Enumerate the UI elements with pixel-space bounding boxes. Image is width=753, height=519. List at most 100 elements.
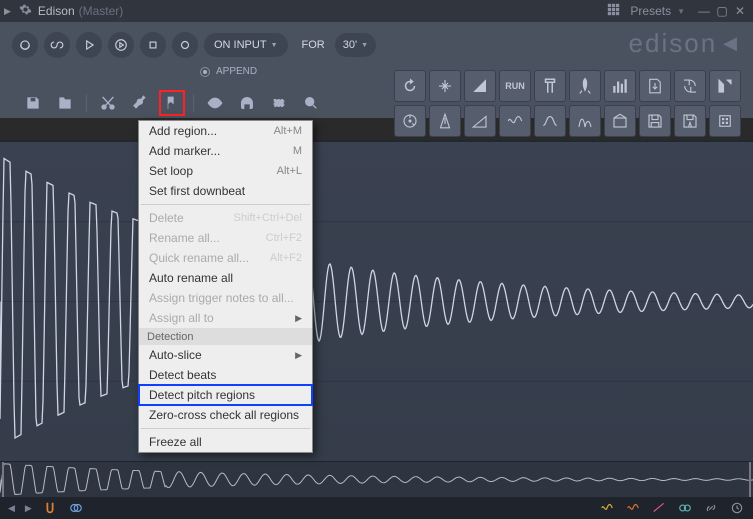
- cut-icon[interactable]: [97, 92, 119, 114]
- close-button[interactable]: ✕: [731, 4, 749, 18]
- config-button[interactable]: [709, 105, 741, 137]
- presets-grid-icon[interactable]: [607, 3, 620, 19]
- menu-item-label: Zero-cross check all regions: [149, 408, 299, 422]
- slip-edit-button[interactable]: [12, 32, 38, 58]
- menu-item-label: Freeze all: [149, 435, 202, 449]
- overview-handle-left[interactable]: [2, 462, 4, 497]
- save-button[interactable]: [639, 105, 671, 137]
- run-script-button[interactable]: RUN: [499, 70, 531, 102]
- select-icon[interactable]: [268, 92, 290, 114]
- status-wave2-icon[interactable]: [625, 500, 641, 516]
- menu-item-zero-cross-check-all-regions[interactable]: Zero-cross check all regions: [139, 405, 312, 425]
- menu-item-detect-beats[interactable]: Detect beats: [139, 365, 312, 385]
- filter-button[interactable]: [534, 105, 566, 137]
- menu-item-detect-pitch-regions[interactable]: Detect pitch regions: [139, 385, 312, 405]
- channel-label: (Master): [79, 4, 124, 18]
- menu-item-label: Rename all...: [149, 231, 220, 245]
- minimize-button[interactable]: —: [695, 4, 713, 18]
- collapse-tri-icon[interactable]: ▶: [4, 6, 11, 17]
- menu-item-shortcut: M: [293, 145, 302, 157]
- window-title: Edison: [38, 4, 75, 18]
- send-button[interactable]: [709, 70, 741, 102]
- menu-item-assign-trigger-notes-to-all: Assign trigger notes to all...: [139, 288, 312, 308]
- disk-open-icon[interactable]: [22, 92, 44, 114]
- menu-item-auto-rename-all[interactable]: Auto rename all: [139, 268, 312, 288]
- fade-button[interactable]: [464, 70, 496, 102]
- menu-item-label: Assign trigger notes to all...: [149, 291, 294, 305]
- append-radio[interactable]: [200, 67, 210, 77]
- tempo-button[interactable]: [429, 105, 461, 137]
- menu-item-shortcut: Alt+F2: [270, 252, 302, 264]
- play-loop-button[interactable]: [108, 32, 134, 58]
- menu-item-set-first-downbeat[interactable]: Set first downbeat: [139, 181, 312, 201]
- divider: [86, 94, 87, 112]
- status-stereo-icon[interactable]: [677, 500, 693, 516]
- status-right-tri-icon[interactable]: ▶: [25, 503, 32, 514]
- status-wave3-icon[interactable]: [651, 500, 667, 516]
- envelope-button[interactable]: [464, 105, 496, 137]
- menu-item-add-marker[interactable]: Add marker... M: [139, 141, 312, 161]
- status-snap-icon[interactable]: [42, 500, 58, 516]
- menu-item-label: Delete: [149, 211, 184, 225]
- presets-dropdown-icon[interactable]: ▼: [677, 7, 685, 16]
- normalize-button[interactable]: [429, 70, 461, 102]
- menu-section-detection: Detection: [139, 328, 312, 345]
- headphones-icon[interactable]: [236, 92, 258, 114]
- record-button[interactable]: [172, 32, 198, 58]
- overview-handle-right[interactable]: [749, 462, 751, 497]
- status-clock-icon[interactable]: [729, 500, 745, 516]
- overview-waveform[interactable]: [0, 461, 753, 497]
- launch-button[interactable]: [569, 70, 601, 102]
- menu-item-shortcut: Ctrl+F2: [266, 232, 302, 244]
- status-link-icon[interactable]: [703, 500, 719, 516]
- regions-marker-icon[interactable]: [161, 92, 183, 114]
- reload-button[interactable]: [674, 70, 706, 102]
- view-icon[interactable]: [204, 92, 226, 114]
- record-mode-select[interactable]: ON INPUT ▼: [204, 33, 288, 57]
- menu-item-label: Quick rename all...: [149, 251, 249, 265]
- menu-item-delete: Delete Shift+Ctrl+Del: [139, 208, 312, 228]
- eq-button[interactable]: [569, 105, 601, 137]
- menu-item-shortcut: Shift+Ctrl+Del: [234, 212, 302, 224]
- record-mode-label: ON INPUT: [214, 39, 267, 51]
- menu-item-auto-slice[interactable]: Auto-slice ▶: [139, 345, 312, 365]
- menu-item-label: Auto-slice: [149, 348, 202, 362]
- menu-item-add-region[interactable]: Add region...Alt+M: [139, 121, 312, 141]
- menu-separator: [141, 428, 310, 429]
- pitch-button[interactable]: [394, 105, 426, 137]
- waveform-display[interactable]: [0, 142, 753, 461]
- menu-item-label: Set first downbeat: [149, 184, 245, 198]
- for-label: FOR: [302, 39, 325, 51]
- menu-item-label: Auto rename all: [149, 271, 233, 285]
- status-left-tri-icon[interactable]: ◀: [8, 503, 15, 514]
- undo-button[interactable]: [394, 70, 426, 102]
- tools-icon[interactable]: [129, 92, 151, 114]
- menu-separator: [141, 204, 310, 205]
- submenu-arrow-icon: ▶: [295, 350, 302, 361]
- export-button[interactable]: [639, 70, 671, 102]
- menu-item-quick-rename-all: Quick rename all... Alt+F2: [139, 248, 312, 268]
- loop-button[interactable]: [44, 32, 70, 58]
- speaker-icon: ◀: [723, 33, 739, 54]
- menu-item-freeze-all[interactable]: Freeze all: [139, 432, 312, 452]
- status-mono-icon[interactable]: [68, 500, 84, 516]
- play-button[interactable]: [76, 32, 102, 58]
- stop-button[interactable]: [140, 32, 166, 58]
- menu-item-label: Add marker...: [149, 144, 220, 158]
- spectrum-button[interactable]: [604, 70, 636, 102]
- zoom-icon[interactable]: [300, 92, 322, 114]
- menu-item-label: Set loop: [149, 164, 193, 178]
- maximize-button[interactable]: ▢: [713, 4, 731, 18]
- record-duration-select[interactable]: 30' ▼: [335, 33, 376, 57]
- menu-item-set-loop[interactable]: Set loopAlt+L: [139, 161, 312, 181]
- menu-item-label: Assign all to: [149, 311, 214, 325]
- status-wave1-icon[interactable]: [599, 500, 615, 516]
- saveas-button[interactable]: [674, 105, 706, 137]
- denoise-button[interactable]: [499, 105, 531, 137]
- reverb-button[interactable]: [604, 105, 636, 137]
- menu-item-label: Detect pitch regions: [149, 388, 255, 402]
- trim-button[interactable]: [534, 70, 566, 102]
- presets-label[interactable]: Presets: [630, 4, 671, 18]
- disk-save-icon[interactable]: [54, 92, 76, 114]
- gear-icon[interactable]: [19, 3, 32, 19]
